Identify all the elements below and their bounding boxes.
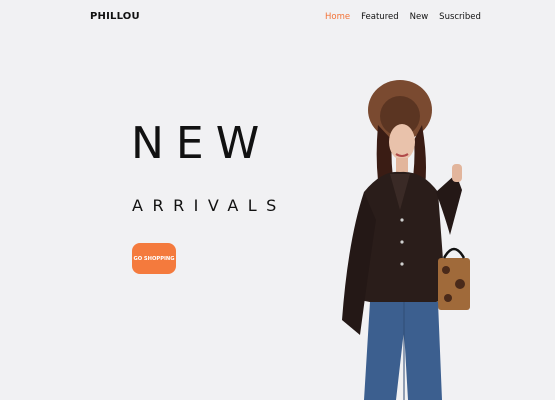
nav-featured[interactable]: Featured (361, 12, 399, 22)
nav-home[interactable]: Home (325, 12, 350, 22)
go-shopping-button[interactable]: GO SHOPPING (132, 243, 176, 274)
main-nav: Home Featured New Suscribed (325, 12, 481, 22)
hero-subtitle: ARRIVALS (132, 196, 286, 215)
hero-title: NEW (131, 118, 272, 169)
nav-new[interactable]: New (410, 12, 429, 22)
nav-subscribed[interactable]: Suscribed (439, 12, 481, 22)
site-logo[interactable]: PHILLOU (90, 11, 140, 22)
fashion-model-image (342, 80, 470, 400)
